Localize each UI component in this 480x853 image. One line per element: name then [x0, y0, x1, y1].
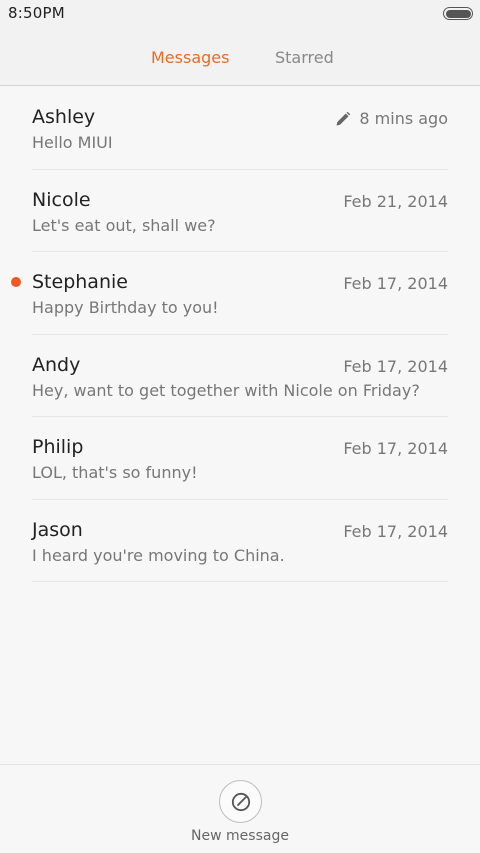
- bottom-bar: New message: [0, 764, 480, 853]
- contact-name: Stephanie: [32, 271, 128, 293]
- compose-icon: [231, 792, 250, 811]
- unread-dot-icon: [11, 277, 21, 287]
- messaging-app: 8:50PM Messages Starred Ashley Hello MIU…: [0, 0, 480, 853]
- new-message-label: New message: [191, 828, 289, 844]
- message-time-group: 8 mins ago: [335, 109, 448, 128]
- message-row-andy[interactable]: Andy Hey, want to get together with Nico…: [0, 335, 480, 417]
- status-bar: 8:50PM: [0, 0, 480, 28]
- tab-header: Messages Starred: [0, 28, 480, 86]
- new-message-button[interactable]: [219, 780, 262, 823]
- contact-name: Andy: [32, 353, 81, 376]
- tab-starred[interactable]: Starred: [275, 48, 334, 67]
- message-row-nicole[interactable]: Nicole Let's eat out, shall we? Feb 21, …: [0, 170, 480, 252]
- message-preview: Hey, want to get together with Nicole on…: [32, 380, 420, 400]
- message-list: Ashley Hello MIUI 8 mins ago Nicole Let'…: [0, 87, 480, 582]
- message-preview: LOL, that's so funny!: [32, 463, 198, 482]
- status-time: 8:50PM: [8, 4, 65, 22]
- message-preview: Let's eat out, shall we?: [32, 215, 216, 235]
- message-row-philip[interactable]: Philip LOL, that's so funny! Feb 17, 201…: [0, 417, 480, 500]
- row-divider: [32, 581, 448, 582]
- message-time: Feb 17, 2014: [343, 274, 448, 293]
- contact-name: Ashley: [32, 106, 96, 128]
- message-preview: Happy Birthday to you!: [32, 298, 219, 317]
- contact-name: Philip: [32, 436, 84, 458]
- message-time: Feb 21, 2014: [343, 191, 448, 211]
- battery-icon: [443, 7, 473, 20]
- message-preview: Hello MIUI: [32, 133, 113, 152]
- pencil-icon: [336, 111, 351, 125]
- message-preview: I heard you're moving to China.: [32, 545, 285, 565]
- message-row-jason[interactable]: Jason I heard you're moving to China. Fe…: [0, 500, 480, 582]
- contact-name: Nicole: [32, 188, 91, 211]
- message-time: 8 mins ago: [359, 109, 448, 128]
- message-time: Feb 17, 2014: [343, 521, 448, 541]
- message-time: Feb 17, 2014: [343, 356, 448, 376]
- message-row-ashley[interactable]: Ashley Hello MIUI 8 mins ago: [0, 87, 480, 170]
- contact-name: Jason: [32, 518, 83, 541]
- tab-messages[interactable]: Messages: [151, 48, 229, 67]
- battery-level: [445, 9, 471, 18]
- message-row-stephanie[interactable]: Stephanie Happy Birthday to you! Feb 17,…: [0, 252, 480, 335]
- message-time: Feb 17, 2014: [343, 439, 448, 458]
